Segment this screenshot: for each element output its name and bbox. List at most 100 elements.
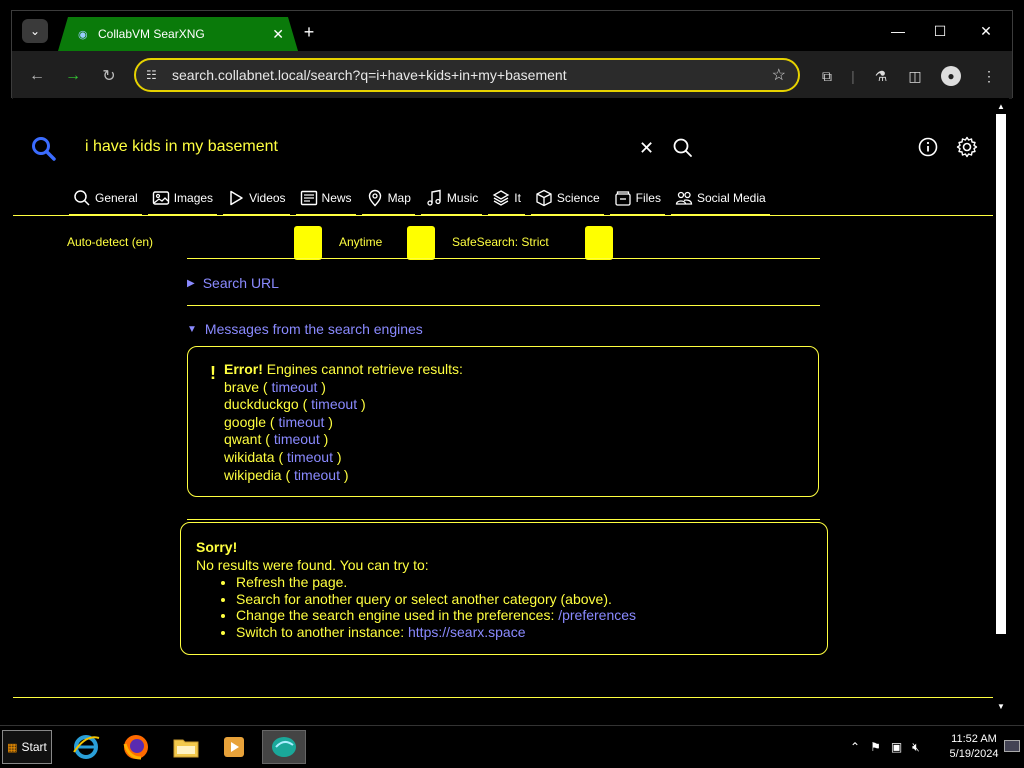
safesearch-select[interactable]: SafeSearch: Strict	[452, 235, 549, 249]
side-panel-icon[interactable]: ◫	[904, 65, 926, 87]
language-dropdown-button[interactable]	[294, 226, 322, 260]
image-icon	[152, 191, 169, 205]
flag-icon[interactable]: ⚑	[870, 740, 881, 754]
suggestion-item: Refresh the page.	[236, 574, 636, 591]
tray-expand-icon[interactable]: ⌃	[850, 740, 860, 754]
internet-explorer-icon[interactable]	[64, 730, 108, 764]
scrollbar-thumb[interactable]	[996, 114, 1006, 634]
labs-flask-icon[interactable]: ⚗	[870, 65, 892, 87]
tab-active[interactable]: ◉ CollabVM SearXNG ✕	[58, 17, 298, 51]
start-button[interactable]: ▦ Start	[2, 730, 52, 764]
menu-kebab-icon[interactable]: ⋮	[978, 65, 1000, 87]
taskbar-clock[interactable]: 11:52 AM 5/19/2024	[944, 732, 1004, 762]
profile-avatar-icon[interactable]: ●	[940, 65, 962, 87]
tab-label: Videos	[249, 191, 286, 205]
tab-it[interactable]: It	[488, 188, 525, 216]
file-explorer-icon[interactable]	[164, 730, 208, 764]
reload-icon[interactable]: ↻	[98, 65, 120, 87]
scroll-down-icon[interactable]: ▼	[997, 702, 1005, 711]
caret-right-icon: ▶	[187, 277, 195, 289]
firefox-icon[interactable]	[114, 730, 158, 764]
tab-close-icon[interactable]: ✕	[272, 26, 284, 43]
tab-label: Science	[556, 191, 600, 205]
network-icon[interactable]: ▣	[891, 740, 902, 754]
engine-reason-link[interactable]: timeout	[287, 449, 333, 465]
searxng-logo-icon[interactable]	[31, 136, 57, 162]
tab-label: Music	[446, 191, 479, 205]
error-heading: Error! Engines cannot retrieve results:	[224, 361, 463, 379]
tab-label: Map	[387, 191, 411, 205]
media-player-icon[interactable]	[212, 730, 256, 764]
engine-reason-link[interactable]: timeout	[311, 396, 357, 412]
search-url-toggle[interactable]: ▶ Search URL	[187, 275, 279, 291]
tab-files[interactable]: Files	[609, 188, 665, 216]
engine-messages-toggle[interactable]: ▼ Messages from the search engines	[187, 321, 423, 337]
engine-reason-link[interactable]: timeout	[279, 414, 325, 430]
map-pin-icon	[368, 189, 381, 207]
safesearch-dropdown-button[interactable]	[585, 226, 613, 260]
language-select[interactable]: Auto-detect (en)	[67, 235, 153, 249]
extensions-icon[interactable]: ⧉	[816, 65, 838, 87]
page-scrollbar[interactable]: ▲ ▼	[993, 98, 1009, 716]
tab-search-button[interactable]: ⌄	[22, 19, 48, 43]
close-window-button[interactable]: ✕	[976, 21, 996, 41]
tab-music[interactable]: Music	[420, 188, 483, 216]
info-icon[interactable]	[917, 136, 939, 158]
engine-messages-label: Messages from the search engines	[204, 321, 423, 337]
searx-space-link[interactable]: https://searx.space	[408, 624, 526, 640]
tab-map[interactable]: Map	[361, 188, 415, 216]
preferences-link[interactable]: /preferences	[558, 607, 636, 623]
engine-row: brave ( timeout )	[224, 378, 326, 395]
engine-reason-link[interactable]: timeout	[271, 379, 317, 395]
tab-social-media[interactable]: Social Media	[670, 188, 770, 216]
footer-divider	[13, 697, 993, 698]
caret-down-icon: ▼	[187, 323, 197, 335]
url-text[interactable]: search.collabnet.local/search?q=i+have+k…	[172, 67, 772, 83]
site-settings-icon[interactable]: ☷	[146, 68, 162, 82]
gear-icon[interactable]	[955, 135, 979, 159]
address-bar[interactable]: ☷ search.collabnet.local/search?q=i+have…	[134, 58, 800, 92]
search-icon	[74, 190, 90, 206]
globe-icon: ◉	[78, 28, 88, 41]
start-label: Start	[21, 740, 47, 754]
minimize-button[interactable]: —	[888, 21, 908, 41]
tab-videos[interactable]: Videos	[223, 188, 290, 216]
maximize-button[interactable]: ☐	[930, 21, 950, 41]
clear-search-icon[interactable]: ✕	[639, 138, 654, 159]
tab-label: Social Media	[696, 191, 766, 205]
forward-arrow-icon[interactable]: →	[62, 65, 84, 87]
play-icon	[230, 190, 243, 206]
scroll-up-icon[interactable]: ▲	[997, 102, 1005, 111]
warning-exclamation-icon: !	[210, 363, 216, 383]
tab-label: It	[514, 191, 521, 205]
error-lines: Error! Engines cannot retrieve results: …	[224, 361, 463, 484]
search-url-label: Search URL	[202, 275, 279, 291]
tab-images[interactable]: Images	[147, 188, 218, 216]
files-icon	[614, 191, 631, 206]
bookmark-star-icon[interactable]: ☆	[772, 65, 786, 85]
suggestion-item: Change the search engine used in the pre…	[236, 607, 636, 624]
search-icon[interactable]	[671, 136, 695, 160]
divider	[187, 305, 820, 306]
tab-general[interactable]: General	[69, 188, 142, 216]
time-range-dropdown-button[interactable]	[407, 226, 435, 260]
time-range-select[interactable]: Anytime	[339, 235, 382, 249]
collabvm-app-icon[interactable]	[262, 730, 306, 764]
tab-news[interactable]: News	[295, 188, 356, 216]
suggestion-text: Refresh the page.	[236, 574, 348, 590]
tab-science[interactable]: Science	[530, 188, 604, 216]
engine-row: google ( timeout )	[224, 413, 333, 430]
engine-reason-link[interactable]: timeout	[294, 467, 340, 483]
engine-reason-link[interactable]: timeout	[274, 431, 320, 447]
new-tab-button[interactable]: +	[298, 21, 320, 43]
show-desktop-icon[interactable]	[1004, 740, 1020, 752]
category-tabs: General Images Videos News Map Music It	[69, 188, 776, 216]
music-icon	[427, 189, 441, 206]
search-input[interactable]: i have kids in my basement	[85, 138, 278, 156]
search-filters: Auto-detect (en) Anytime SafeSearch: Str…	[13, 226, 993, 260]
engine-row: duckduckgo ( timeout )	[224, 396, 366, 413]
back-arrow-icon[interactable]: ←	[26, 65, 48, 87]
engine-error-box: ! Error! Engines cannot retrieve results…	[187, 346, 819, 497]
volume-muted-icon[interactable]: 🔇︎	[912, 740, 920, 755]
category-divider	[13, 215, 993, 216]
